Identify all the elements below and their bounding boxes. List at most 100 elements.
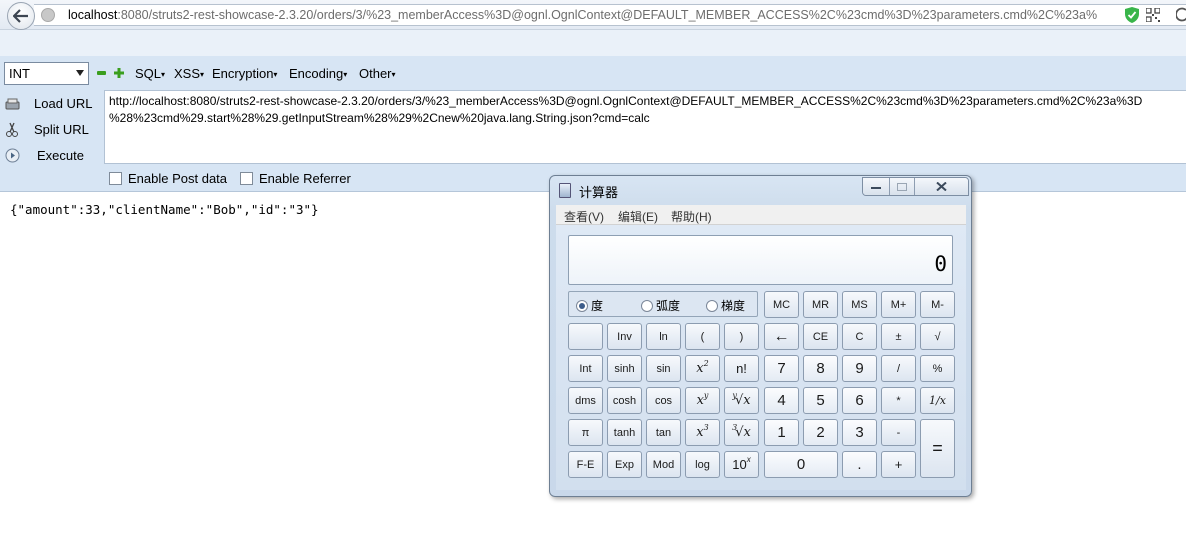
key-tanh[interactable]: tanh — [607, 419, 642, 446]
radio-button[interactable] — [576, 299, 588, 312]
play-icon — [5, 148, 20, 163]
key-inv[interactable]: Inv — [607, 323, 642, 350]
key-log[interactable]: log — [685, 451, 720, 478]
key-blank[interactable] — [568, 323, 603, 350]
key-mod[interactable]: Mod — [646, 451, 681, 478]
key-divide[interactable]: / — [881, 355, 916, 382]
key-m-minus[interactable]: M- — [920, 291, 955, 318]
address-url[interactable]: localhost:8080/struts2-rest-showcase-2.3… — [68, 8, 1098, 22]
key-3[interactable]: 3 — [842, 419, 877, 446]
key-dms[interactable]: dms — [568, 387, 603, 414]
key-cosh[interactable]: cosh — [607, 387, 642, 414]
key-tan[interactable]: tan — [646, 419, 681, 446]
menu-encoding[interactable]: Encoding▾ — [289, 66, 347, 81]
url-path: :8080/struts2-rest-showcase-2.3.20/order… — [117, 8, 1098, 22]
key-x-squared[interactable]: x2 — [685, 355, 720, 382]
key-5[interactable]: 5 — [803, 387, 838, 414]
back-button[interactable] — [7, 2, 35, 30]
key-factorial[interactable]: n! — [724, 355, 759, 382]
key-1[interactable]: 1 — [764, 419, 799, 446]
key-percent[interactable]: % — [920, 355, 955, 382]
load-url-label: Load URL — [34, 96, 93, 111]
plus-icon[interactable] — [114, 68, 124, 78]
menu-help[interactable]: 帮助(H) — [671, 208, 712, 225]
type-select[interactable]: INT — [4, 62, 89, 85]
checkbox-box[interactable] — [240, 172, 253, 185]
navigation-bar: localhost:8080/struts2-rest-showcase-2.3… — [0, 0, 1186, 30]
maximize-button[interactable] — [889, 178, 916, 195]
key-0[interactable]: 0 — [764, 451, 838, 478]
key-cube-root[interactable]: 3 √ x — [724, 419, 759, 446]
minimize-button[interactable] — [863, 178, 890, 195]
load-url-button[interactable]: Load URL — [0, 92, 100, 116]
execute-label: Execute — [37, 148, 84, 163]
window-controls — [862, 177, 969, 196]
key-multiply[interactable]: * — [881, 387, 916, 414]
key-2[interactable]: 2 — [803, 419, 838, 446]
key-ln[interactable]: ln — [646, 323, 681, 350]
key-add[interactable]: + — [881, 451, 916, 478]
key-sqrt[interactable]: √ — [920, 323, 955, 350]
split-url-label: Split URL — [34, 122, 89, 137]
menu-other[interactable]: Other▾ — [359, 66, 396, 81]
execute-button[interactable]: Execute — [0, 144, 100, 168]
enable-post-label: Enable Post data — [128, 171, 228, 186]
key-x-cubed[interactable]: x3 — [685, 419, 720, 446]
key-exp[interactable]: Exp — [607, 451, 642, 478]
calculator-titlebar[interactable]: 计算器 — [550, 176, 971, 204]
key-y-root-x[interactable]: y √ x — [724, 387, 759, 414]
radio-radians[interactable]: 弧度 — [641, 297, 680, 314]
key-equals[interactable]: = — [920, 419, 955, 478]
key-reciprocal[interactable]: 1/x — [920, 387, 955, 414]
key-4[interactable]: 4 — [764, 387, 799, 414]
key-ten-power-x[interactable]: 10 x — [724, 451, 759, 478]
key-c[interactable]: C — [842, 323, 877, 350]
menu-edit[interactable]: 编辑(E) — [618, 208, 658, 225]
enable-referrer-checkbox[interactable]: Enable Referrer — [240, 171, 351, 186]
key-int[interactable]: Int — [568, 355, 603, 382]
refresh-icon[interactable] — [1176, 6, 1186, 24]
key-cos[interactable]: cos — [646, 387, 681, 414]
url-textarea[interactable]: http://localhost:8080/struts2-rest-showc… — [104, 90, 1186, 164]
calculator-body: 0 度 弧度 梯度 MC MR MS M+ M- Inv ln ( ) ← CE… — [556, 225, 966, 490]
key-7[interactable]: 7 — [764, 355, 799, 382]
key-plus-minus[interactable]: ± — [881, 323, 916, 350]
minus-icon[interactable] — [97, 71, 106, 75]
key-mc[interactable]: MC — [764, 291, 799, 318]
menu-view[interactable]: 查看(V) — [564, 208, 604, 225]
key-sinh[interactable]: sinh — [607, 355, 642, 382]
key-9[interactable]: 9 — [842, 355, 877, 382]
key-pi[interactable]: π — [568, 419, 603, 446]
caret-down-icon: ▾ — [200, 70, 205, 80]
split-url-button[interactable]: Split URL — [0, 118, 100, 142]
radio-gradians[interactable]: 梯度 — [706, 297, 745, 314]
radio-degrees[interactable]: 度 — [576, 297, 603, 314]
menu-sql[interactable]: SQL▾ — [135, 66, 165, 81]
key-x-power-y[interactable]: xy — [685, 387, 720, 414]
close-button[interactable] — [915, 178, 968, 195]
menu-xss[interactable]: XSS▾ — [174, 66, 204, 81]
key-ms[interactable]: MS — [842, 291, 877, 318]
key-close-paren[interactable]: ) — [724, 323, 759, 350]
menu-encryption[interactable]: Encryption▾ — [212, 66, 277, 81]
key-decimal[interactable]: . — [842, 451, 877, 478]
key-backspace[interactable]: ← — [764, 323, 799, 350]
key-6[interactable]: 6 — [842, 387, 877, 414]
toolbar-spacer — [0, 30, 1186, 56]
radio-button[interactable] — [706, 299, 718, 312]
key-f-e[interactable]: F-E — [568, 451, 603, 478]
radio-button[interactable] — [641, 299, 653, 312]
key-subtract[interactable]: - — [881, 419, 916, 446]
qr-code-icon[interactable] — [1146, 8, 1160, 22]
shield-icon[interactable] — [1124, 6, 1140, 24]
key-open-paren[interactable]: ( — [685, 323, 720, 350]
checkbox-box[interactable] — [109, 172, 122, 185]
site-identity-icon[interactable] — [41, 8, 55, 22]
enable-post-checkbox[interactable]: Enable Post data — [109, 171, 227, 186]
key-mr[interactable]: MR — [803, 291, 838, 318]
key-ce[interactable]: CE — [803, 323, 838, 350]
hackbar-panel: INT SQL▾ XSS▾ Encryption▾ Encoding▾ Othe… — [0, 30, 1186, 192]
key-sin[interactable]: sin — [646, 355, 681, 382]
key-8[interactable]: 8 — [803, 355, 838, 382]
key-m-plus[interactable]: M+ — [881, 291, 916, 318]
